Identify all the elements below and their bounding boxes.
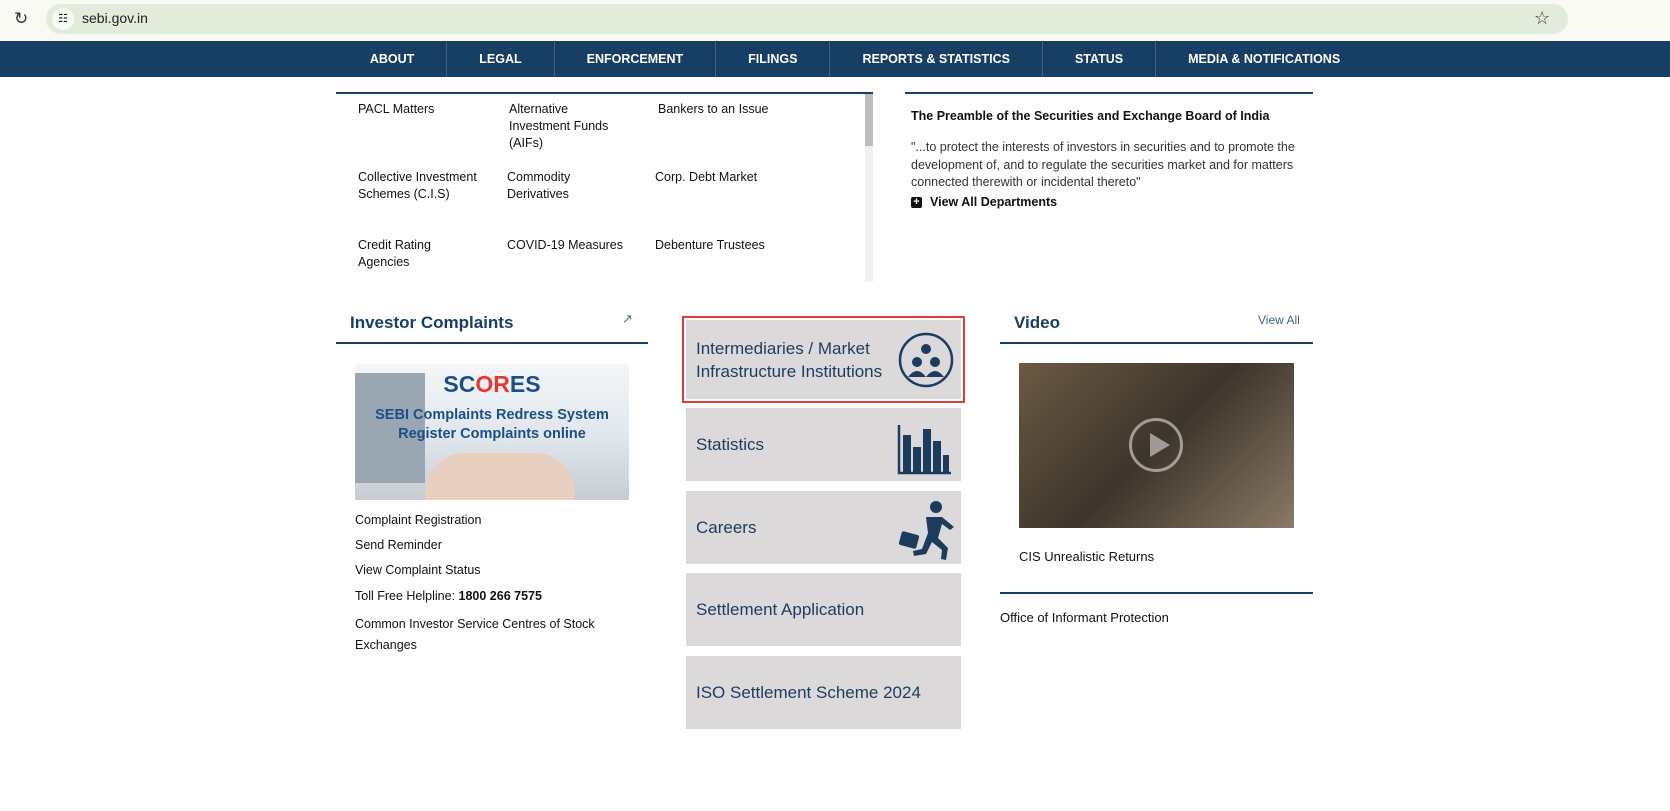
main-nav: ABOUT LEGAL ENFORCEMENT FILINGS REPORTS … [0,41,1670,77]
address-bar[interactable] [46,4,1568,34]
view-complaint-status-link[interactable]: View Complaint Status [355,563,481,577]
tile-label: Settlement Application [696,599,865,619]
video-title: Video [1014,313,1060,332]
view-all-departments-link[interactable]: + View All Departments [911,195,1057,209]
nav-filings[interactable]: FILINGS [716,41,831,77]
dept-link[interactable]: Credit Rating Agencies [358,237,458,271]
bookmark-star-icon[interactable]: ☆ [1534,8,1550,29]
nav-status[interactable]: STATUS [1043,41,1157,77]
preamble-panel [905,92,1313,94]
banner-line: SEBI Complaints Redress System [375,407,609,423]
url-text[interactable]: sebi.gov.in [82,10,148,26]
dept-link[interactable]: COVID-19 Measures [507,237,637,254]
video-thumbnail[interactable] [1019,363,1294,528]
external-link-icon[interactable]: ↗ [622,311,633,327]
dept-link[interactable]: Debenture Trustees [655,237,785,254]
divider [1000,592,1313,594]
send-reminder-link[interactable]: Send Reminder [355,538,442,552]
scores-banner[interactable]: SCORES SEBI Complaints Redress System Re… [355,363,629,500]
helpline-number: 1800 266 7575 [458,589,542,603]
informant-protection-link[interactable]: Office of Informant Protection [1000,610,1169,625]
video-caption[interactable]: CIS Unrealistic Returns [1019,549,1154,564]
helpline: Toll Free Helpline: 1800 266 7575 [355,589,542,603]
tile-intermediaries[interactable]: Intermediaries / Market Infrastructure I… [686,320,961,399]
helpline-label: Toll Free Helpline: [355,589,459,603]
dept-link[interactable]: Alternative Investment Funds (AIFs) [509,101,629,152]
people-group-icon [898,332,954,388]
dept-link[interactable]: Collective Investment Schemes (C.I.S) [358,169,483,203]
nav-enforcement[interactable]: ENFORCEMENT [555,41,717,77]
tile-statistics[interactable]: Statistics [686,408,961,481]
video-view-all-link[interactable]: View All [1258,313,1300,327]
dept-link[interactable]: Commodity Derivatives [507,169,607,203]
tile-iso-settlement-scheme[interactable]: ISO Settlement Scheme 2024 [686,656,961,729]
play-icon[interactable] [1129,418,1183,472]
nav-legal[interactable]: LEGAL [447,41,555,77]
preamble-title: The Preamble of the Securities and Excha… [911,109,1270,123]
tile-label: Statistics [696,434,765,454]
investor-complaints-title: Investor Complaints [350,313,514,332]
plus-icon: + [911,196,922,208]
divider [1000,342,1313,344]
tile-careers[interactable]: Careers [686,491,961,564]
dept-link[interactable]: Corp. Debt Market [655,169,785,186]
banner-line: Register Complaints online [398,426,586,442]
scores-logo: SCORES [443,371,541,397]
nav-media-notifications[interactable]: MEDIA & NOTIFICATIONS [1156,41,1372,77]
nav-about[interactable]: ABOUT [338,41,448,77]
tile-settlement-application[interactable]: Settlement Application [686,573,961,646]
complaint-registration-link[interactable]: Complaint Registration [355,513,481,527]
site-settings-icon[interactable]: ☷ [52,8,74,30]
divider [336,342,648,344]
dept-link[interactable]: PACL Matters [358,101,488,118]
hands-graphic [425,453,575,500]
view-all-departments-label: View All Departments [930,195,1058,209]
reload-icon[interactable]: ↻ [14,9,28,29]
scrollbar-thumb[interactable] [865,94,873,146]
dept-link[interactable]: Bankers to an Issue [658,101,788,118]
bar-chart-icon [897,425,951,475]
tile-label: ISO Settlement Scheme 2024 [696,682,921,702]
tile-label: Careers [696,517,757,537]
nav-reports-statistics[interactable]: REPORTS & STATISTICS [830,41,1043,77]
tile-label: Intermediaries / Market Infrastructure I… [696,338,883,381]
running-businessman-icon [898,501,954,560]
preamble-text: "...to protect the interests of investor… [911,140,1295,189]
csc-link[interactable]: Common Investor Service Centres of Stock… [355,614,615,656]
